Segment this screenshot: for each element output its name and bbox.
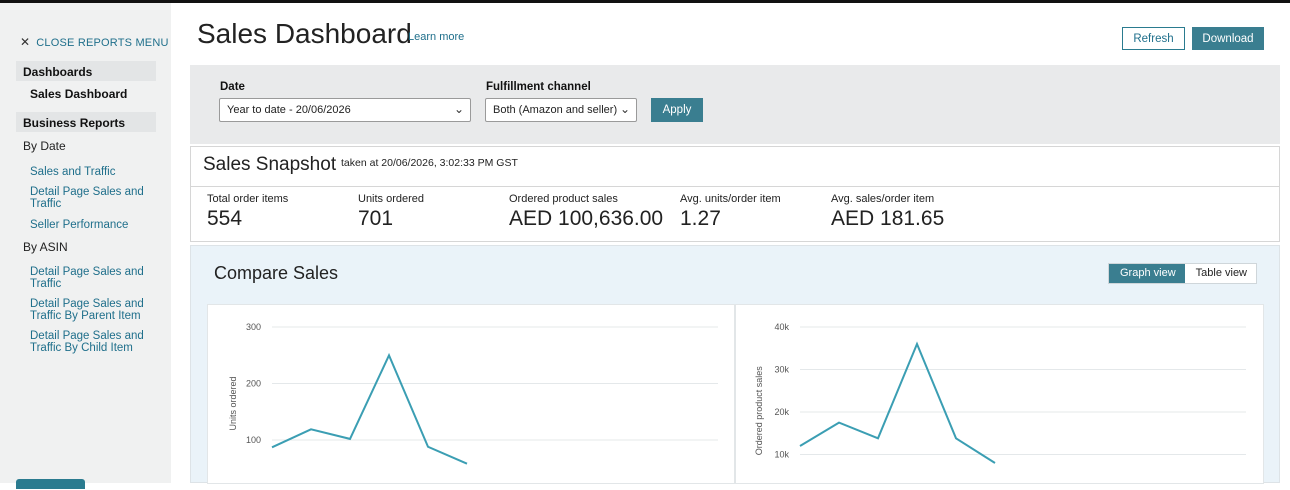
sidebar-bottom-button[interactable]	[16, 479, 85, 489]
y-axis-label: Units ordered	[228, 376, 238, 430]
table-view-button[interactable]: Table view	[1184, 264, 1256, 283]
section-dashboards: Dashboards	[16, 61, 156, 81]
section-business-reports: Business Reports	[16, 112, 156, 132]
sidebar-link-asin-parent-item[interactable]: Detail Page Sales and Traffic By Parent …	[30, 298, 150, 322]
date-select-value: Year to date - 20/06/2026	[227, 104, 351, 116]
channel-select-value: Both (Amazon and seller)	[493, 104, 618, 116]
ordered-sales-chart-panel: 40k 30k 20k 10k Ordered product sales	[735, 304, 1264, 484]
y-tick-label: 30k	[774, 365, 789, 375]
refresh-button[interactable]: Refresh	[1122, 27, 1185, 50]
sidebar-link-seller-performance[interactable]: Seller Performance	[30, 219, 150, 231]
units-ordered-chart-panel: 300 200 100 Units ordered	[207, 304, 735, 484]
snapshot-header: Sales Snapshot taken at 20/06/2026, 3:02…	[191, 147, 1279, 187]
metric-units-ordered: Units ordered 701	[358, 193, 424, 231]
snapshot-title: Sales Snapshot	[203, 154, 337, 175]
download-button[interactable]: Download	[1192, 27, 1264, 50]
y-tick-label: 10k	[774, 450, 789, 460]
metric-value: 554	[207, 207, 243, 230]
close-reports-menu-link[interactable]: ✕ CLOSE REPORTS MENU	[20, 35, 169, 49]
y-tick-label: 300	[246, 322, 261, 332]
sidebar-item-sales-dashboard[interactable]: Sales Dashboard	[30, 87, 127, 101]
date-select[interactable]: Year to date - 20/06/2026 ⌄	[219, 98, 471, 122]
metric-label: Avg. units/order item	[680, 193, 781, 205]
filter-bar: Date Year to date - 20/06/2026 ⌄ Fulfill…	[190, 65, 1280, 144]
metric-label: Ordered product sales	[509, 193, 618, 205]
chevron-down-icon: ⌄	[619, 102, 630, 116]
series-line	[271, 352, 468, 465]
group-by-date: By Date	[23, 139, 66, 153]
sidebar-link-asin-detail-page[interactable]: Detail Page Sales and Traffic	[30, 266, 150, 290]
learn-more-link[interactable]: Learn more	[408, 31, 464, 43]
metric-value: AED 100,636.00	[509, 207, 664, 230]
y-axis-label: Ordered product sales	[754, 366, 764, 456]
apply-button[interactable]: Apply	[651, 98, 703, 122]
graph-view-button[interactable]: Graph view	[1109, 264, 1185, 283]
y-tick-label: 20k	[774, 407, 789, 417]
metric-value: AED 181.65	[831, 207, 945, 230]
series-line	[799, 341, 996, 464]
sales-snapshot: Sales Snapshot taken at 20/06/2026, 3:02…	[190, 146, 1280, 242]
sidebar-link-detail-page-sales-traffic[interactable]: Detail Page Sales and Traffic	[30, 186, 150, 210]
metric-avg-sales-order-item: Avg. sales/order item AED 181.65	[831, 193, 944, 231]
date-label: Date	[220, 81, 245, 93]
fulfillment-channel-label: Fulfillment channel	[486, 81, 591, 93]
ordered-product-sales-chart: 40k 30k 20k 10k Ordered product sales	[754, 322, 1246, 464]
group-by-asin: By ASIN	[23, 240, 68, 254]
fulfillment-channel-select[interactable]: Both (Amazon and seller) ⌄	[485, 98, 637, 122]
sidebar-link-asin-child-item[interactable]: Detail Page Sales and Traffic By Child I…	[30, 330, 150, 354]
metric-label: Total order items	[207, 193, 289, 205]
view-toggle: Graph view Table view	[1108, 263, 1257, 284]
units-ordered-chart: 300 200 100 Units ordered	[228, 322, 718, 465]
close-menu-label: CLOSE REPORTS MENU	[36, 37, 169, 49]
close-icon: ✕	[20, 35, 31, 49]
compare-sales-panel: Compare Sales Graph view Table view 300 2…	[190, 245, 1280, 484]
metric-avg-units-order-item: Avg. units/order item 1.27	[680, 193, 781, 231]
chevron-down-icon: ⌄	[453, 102, 464, 116]
sidebar-link-sales-and-traffic[interactable]: Sales and Traffic	[30, 166, 150, 178]
metric-value: 701	[358, 207, 394, 230]
reports-sidebar: ✕ CLOSE REPORTS MENU Dashboards Sales Das…	[0, 3, 171, 489]
metric-label: Units ordered	[358, 193, 425, 205]
y-tick-label: 100	[246, 435, 261, 445]
page-title: Sales Dashboard	[197, 18, 412, 49]
metric-ordered-product-sales: Ordered product sales AED 100,636.00	[509, 193, 663, 231]
metric-label: Avg. sales/order item	[831, 193, 935, 205]
metric-total-order-items: Total order items 554	[207, 193, 288, 231]
snapshot-timestamp: taken at 20/06/2026, 3:02:33 PM GST	[341, 157, 518, 169]
metric-value: 1.27	[680, 207, 721, 230]
main-content: Sales Dashboard Learn more Refresh Downl…	[171, 3, 1290, 484]
compare-sales-title: Compare Sales	[214, 263, 339, 283]
y-tick-label: 40k	[774, 322, 789, 332]
y-tick-label: 200	[246, 379, 261, 389]
